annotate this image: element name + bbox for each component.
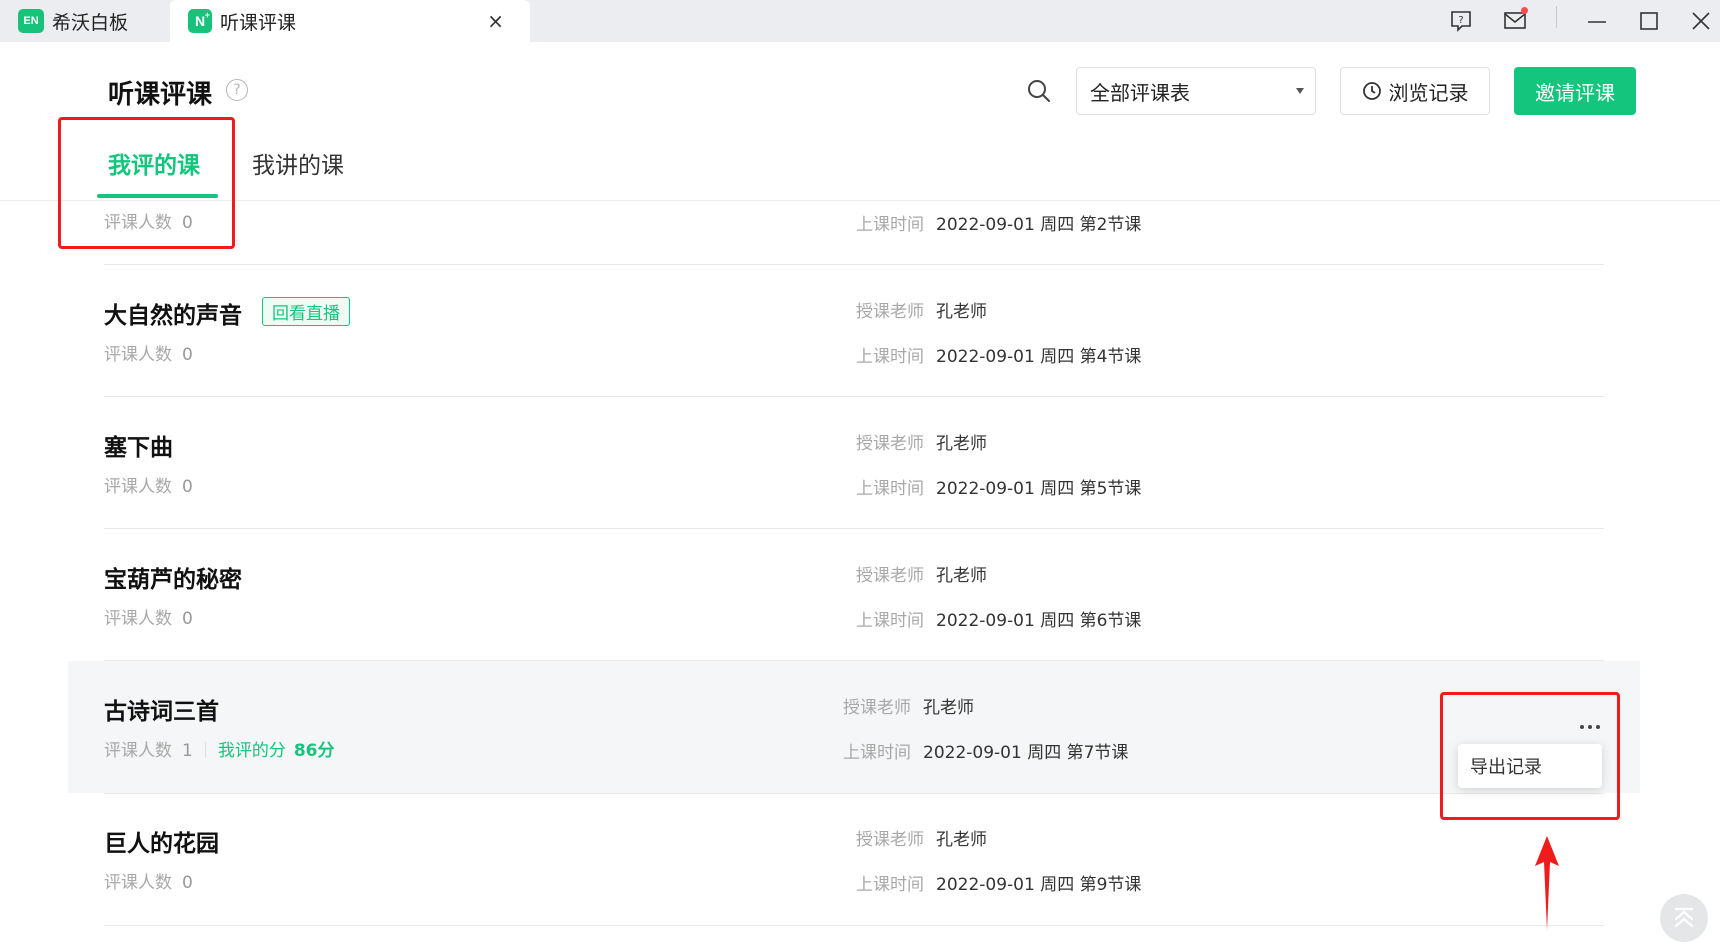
search-icon[interactable]	[1026, 78, 1052, 104]
row-divider	[104, 264, 1604, 265]
replay-live-tag[interactable]: 回看直播	[262, 297, 350, 326]
tab-label: 希沃白板	[52, 11, 129, 34]
title-bar: EN 希沃白板 N + 听课评课 × ?	[0, 0, 1720, 42]
tab-my-taught-lessons[interactable]: 我讲的课	[252, 146, 344, 180]
course-list: 评课人数 0 上课时间 2022-09-01 周四 第2节课 大自然的声音 回看直播…	[0, 201, 1720, 950]
lesson-time: 上课时间 2022-09-01 周四 第2节课	[856, 215, 1142, 235]
clock-icon	[1362, 82, 1381, 100]
browse-history-label: 浏览记录	[1388, 80, 1469, 105]
reviewer-count: 评课人数 0	[104, 477, 193, 497]
row-divider	[104, 925, 1604, 926]
annotation-box-menu	[1440, 692, 1620, 820]
notification-dot	[1521, 7, 1528, 14]
tab-whiteboard[interactable]: EN 希沃白板	[0, 0, 170, 42]
my-score-label: 我评的分	[217, 741, 286, 761]
browse-history-button[interactable]: 浏览记录	[1340, 67, 1490, 115]
course-title: 大自然的声音	[104, 303, 242, 329]
annotation-box-tab	[58, 117, 235, 249]
reviewer-count: 评课人数 0	[104, 609, 193, 629]
table-row-hovered[interactable]	[68, 661, 1640, 793]
svg-text:?: ?	[1458, 15, 1463, 26]
reviewer-count: 评课人数 0	[104, 873, 193, 893]
tab-label: 听课评课	[220, 11, 297, 34]
lesson-time: 上课时间 2022-09-01 周四 第6节课	[856, 611, 1142, 631]
annotation-arrow-icon	[1535, 836, 1559, 930]
close-tab-icon[interactable]: ×	[487, 9, 504, 33]
help-icon[interactable]: ?	[226, 79, 248, 101]
tab-lesson-review[interactable]: N + 听课评课 ×	[170, 0, 530, 42]
invite-review-button[interactable]: 邀请评课	[1514, 67, 1636, 115]
close-window-icon[interactable]	[1686, 6, 1716, 36]
row-divider	[104, 793, 1604, 794]
lesson-time: 上课时间 2022-09-01 周四 第9节课	[856, 875, 1142, 895]
review-form-filter-select[interactable]: 全部评课表	[1076, 67, 1316, 115]
lesson-teacher: 授课老师 孔老师	[843, 698, 974, 718]
course-title: 宝葫芦的秘密	[104, 567, 242, 593]
reviewer-count: 评课人数 1 我评的分 86分	[104, 741, 335, 761]
chevron-down-icon	[1296, 88, 1304, 94]
lesson-teacher: 授课老师 孔老师	[856, 830, 987, 850]
reviewer-count: 评课人数 0	[104, 345, 193, 365]
lesson-time: 上课时间 2022-09-01 周四 第5节课	[856, 479, 1142, 499]
mail-icon[interactable]	[1500, 6, 1530, 36]
lesson-teacher: 授课老师 孔老师	[856, 566, 987, 586]
lesson-time: 上课时间 2022-09-01 周四 第7节课	[843, 743, 1129, 763]
my-score-value: 86分	[293, 741, 335, 761]
maximize-icon[interactable]	[1634, 6, 1664, 36]
course-title: 古诗词三首	[104, 699, 219, 725]
lesson-teacher: 授课老师 孔老师	[856, 434, 987, 454]
feedback-icon[interactable]: ?	[1446, 6, 1476, 36]
row-divider	[104, 396, 1604, 397]
course-title: 塞下曲	[104, 435, 173, 461]
course-title: 巨人的花园	[104, 831, 219, 857]
toolbar-divider	[1556, 6, 1557, 28]
filter-selected-value: 全部评课表	[1090, 80, 1190, 105]
lesson-time: 上课时间 2022-09-01 周四 第4节课	[856, 347, 1142, 367]
page-title: 听课评课	[108, 80, 213, 110]
whiteboard-logo-icon: EN	[18, 9, 44, 33]
lesson-review-logo-icon: N +	[188, 9, 212, 33]
lesson-teacher: 授课老师 孔老师	[856, 302, 987, 322]
back-to-top-icon[interactable]	[1660, 894, 1708, 942]
minimize-icon[interactable]	[1582, 6, 1612, 36]
row-divider	[104, 528, 1604, 529]
